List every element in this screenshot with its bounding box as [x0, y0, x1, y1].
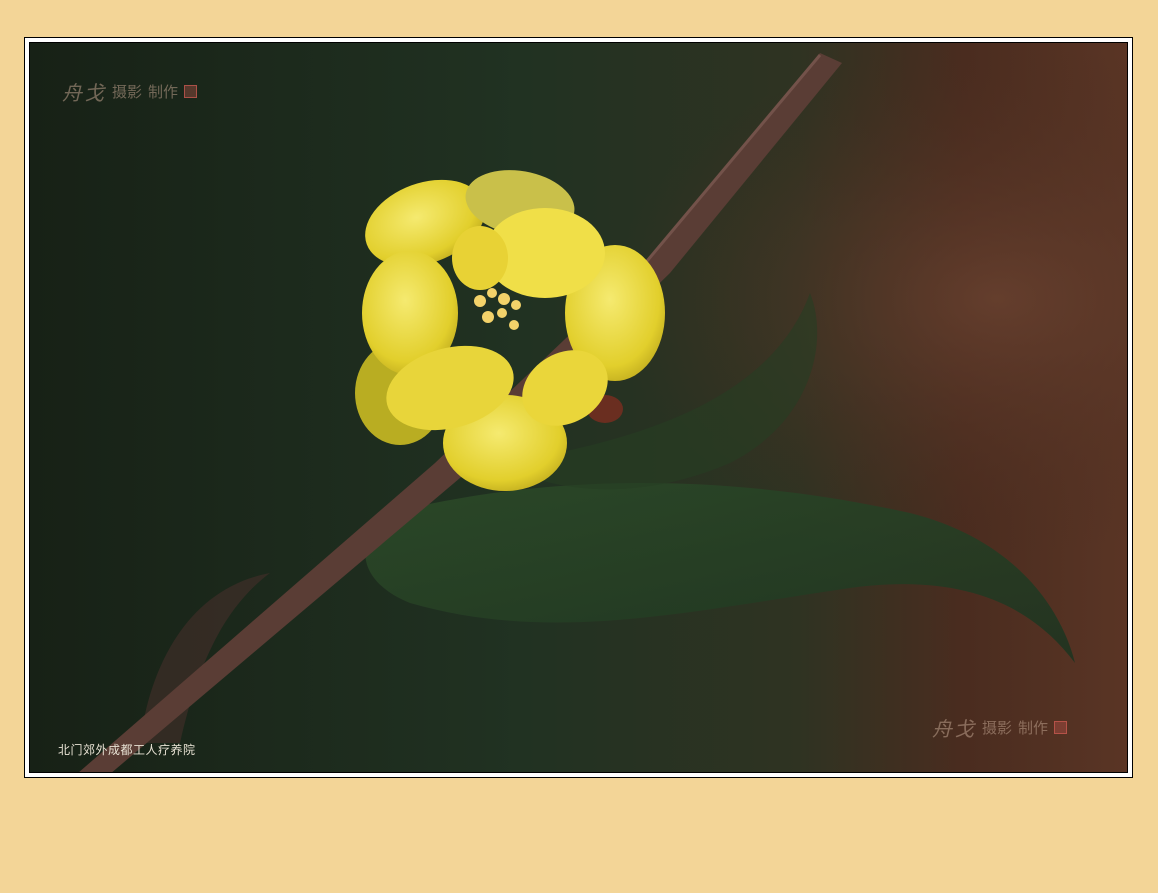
flower-photo-illustration [30, 43, 1127, 772]
watermark-signature: 舟戈 [932, 717, 976, 741]
photograph: 舟戈 摄影 制作 舟戈 摄影 制作 北门郊外成都工人疗养院 [29, 42, 1128, 773]
watermark-bottom: 舟戈 摄影 制作 [932, 713, 1068, 742]
photo-caption: 北门郊外成都工人疗养院 [58, 743, 196, 757]
watermark-photo-label: 摄影 [982, 719, 1013, 737]
watermark-made-label: 制作 [1018, 719, 1049, 737]
seal-icon [184, 85, 198, 98]
watermark-signature: 舟戈 [62, 81, 106, 105]
seal-icon [1054, 721, 1068, 734]
watermark-photo-label: 摄影 [112, 83, 143, 101]
photo-frame: 舟戈 摄影 制作 舟戈 摄影 制作 北门郊外成都工人疗养院 [24, 37, 1133, 778]
watermark-made-label: 制作 [148, 83, 179, 101]
watermark-top: 舟戈 摄影 制作 [62, 77, 198, 106]
